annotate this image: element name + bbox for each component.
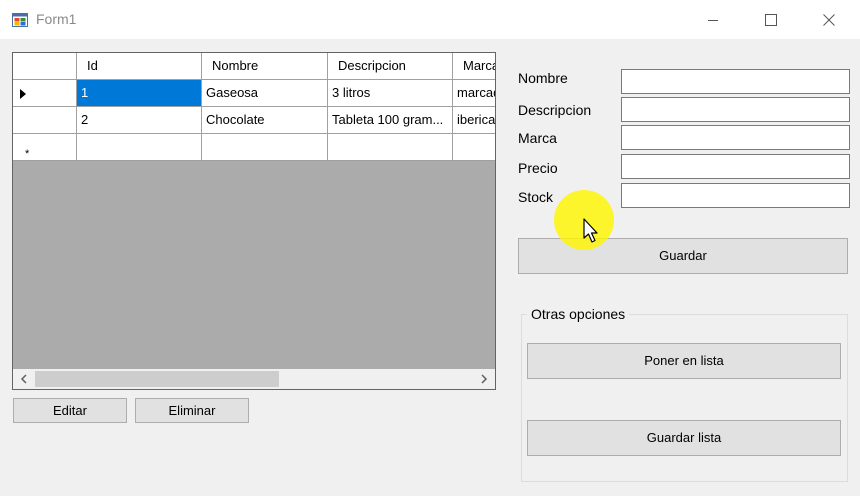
marca-label: Marca: [518, 130, 557, 146]
descripcion-label: Descripcion: [518, 102, 592, 118]
cell-descripcion[interactable]: Tableta 100 gram...: [328, 107, 453, 134]
scroll-right-icon[interactable]: [477, 373, 491, 385]
add-to-list-button[interactable]: Poner en lista: [527, 343, 841, 379]
title-bar: Form1: [0, 0, 860, 39]
grid-header-row: Id Nombre Descripcion Marca: [13, 53, 495, 80]
maximize-icon: [765, 13, 777, 26]
table-row[interactable]: 2 Chocolate Tableta 100 gram... iberica: [13, 107, 495, 134]
column-header-id[interactable]: Id: [77, 53, 202, 80]
products-grid[interactable]: Id Nombre Descripcion Marca 1 Gaseosa 3 …: [12, 52, 496, 390]
column-header-nombre[interactable]: Nombre: [202, 53, 328, 80]
table-row[interactable]: 1 Gaseosa 3 litros marcad: [13, 80, 495, 107]
edit-button[interactable]: Editar: [13, 398, 127, 423]
new-row[interactable]: *: [13, 134, 495, 161]
save-list-button[interactable]: Guardar lista: [527, 420, 841, 456]
precio-input[interactable]: [621, 154, 850, 179]
window-title: Form1: [36, 11, 77, 27]
maximize-button[interactable]: [748, 0, 794, 39]
mouse-cursor-icon: [583, 218, 598, 243]
app-icon: [12, 13, 28, 27]
cell-nombre[interactable]: Gaseosa: [202, 80, 328, 107]
cell-id[interactable]: [77, 134, 202, 161]
stock-label: Stock: [518, 189, 554, 205]
row-header[interactable]: *: [13, 134, 77, 161]
nombre-label: Nombre: [518, 70, 568, 86]
cell-descripcion[interactable]: [328, 134, 453, 161]
precio-label: Precio: [518, 160, 558, 176]
close-icon: [823, 13, 835, 26]
minimize-icon: [708, 19, 718, 21]
cell-nombre[interactable]: Chocolate: [202, 107, 328, 134]
other-options-group: [521, 314, 848, 482]
close-button[interactable]: [806, 0, 852, 39]
cell-marca[interactable]: marcad: [453, 80, 495, 107]
grid-corner-cell[interactable]: [13, 53, 77, 80]
cell-nombre[interactable]: [202, 134, 328, 161]
nombre-input[interactable]: [621, 69, 850, 94]
cell-descripcion[interactable]: 3 litros: [328, 80, 453, 107]
marca-input[interactable]: [621, 125, 850, 150]
row-header[interactable]: [13, 107, 77, 134]
scroll-left-icon[interactable]: [17, 373, 31, 385]
current-row-arrow-icon: [20, 89, 26, 99]
column-header-descripcion[interactable]: Descripcion: [328, 53, 453, 80]
column-header-marca[interactable]: Marca: [453, 53, 495, 80]
delete-button[interactable]: Eliminar: [135, 398, 249, 423]
scrollbar-thumb[interactable]: [35, 371, 279, 387]
new-row-marker: *: [25, 148, 30, 160]
cell-marca[interactable]: iberica: [453, 107, 495, 134]
cell-id[interactable]: 1: [77, 80, 202, 107]
minimize-button[interactable]: [690, 0, 736, 39]
horizontal-scrollbar[interactable]: [13, 369, 495, 389]
descripcion-input[interactable]: [621, 97, 850, 122]
cell-id[interactable]: 2: [77, 107, 202, 134]
stock-input[interactable]: [621, 183, 850, 208]
other-options-title: Otras opciones: [527, 306, 630, 322]
cell-marca[interactable]: [453, 134, 495, 161]
row-header[interactable]: [13, 80, 77, 107]
